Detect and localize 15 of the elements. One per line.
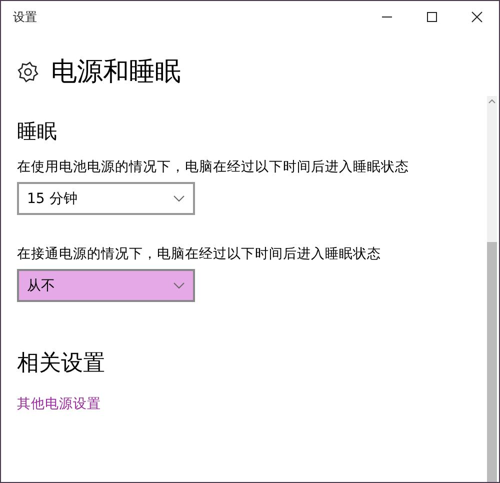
scrollbar[interactable] bbox=[487, 96, 497, 482]
section-title: 相关设置 bbox=[17, 350, 105, 378]
setting-label: 在接通电源的情况下，电脑在经过以下时间后进入睡眠状态 bbox=[17, 245, 381, 263]
close-icon[interactable] bbox=[471, 11, 483, 23]
chevron-icon bbox=[173, 282, 185, 290]
dropdown[interactable]: 15 分钟 bbox=[17, 182, 195, 215]
maximize-icon[interactable] bbox=[426, 11, 438, 23]
settings-link[interactable]: 其他电源设置 bbox=[17, 395, 101, 413]
window-title: 设置 bbox=[13, 8, 37, 26]
settings-icon bbox=[17, 60, 39, 82]
dropdown[interactable]: 从不 bbox=[17, 269, 195, 302]
section-title: 睡眠 bbox=[17, 118, 57, 145]
chevron-icon bbox=[173, 194, 185, 202]
setting-label: 在使用电池电源的情况下，电脑在经过以下时间后进入睡眠状态 bbox=[17, 158, 409, 176]
page-title: 电源和睡眠 bbox=[51, 56, 181, 89]
